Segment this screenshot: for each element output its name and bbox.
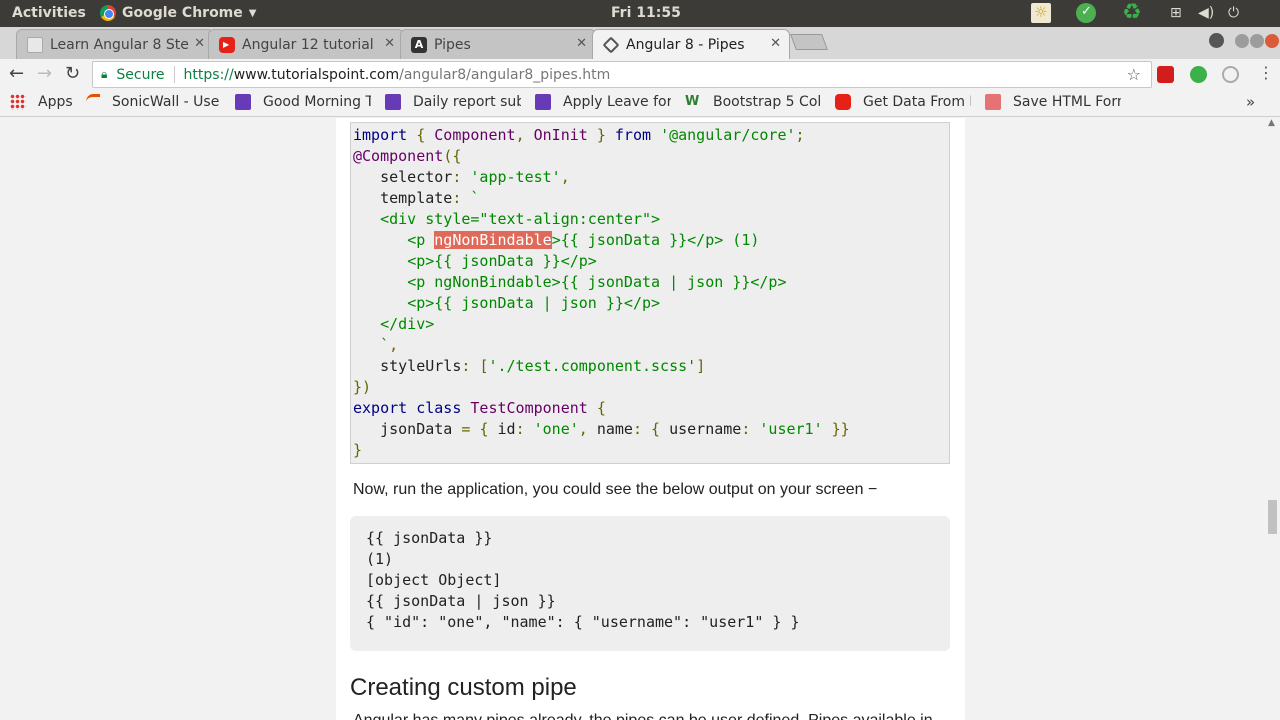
extension-red-icon[interactable] xyxy=(1157,66,1174,83)
more-bookmarks-icon[interactable]: » xyxy=(1246,93,1255,111)
page-scrollbar[interactable]: ▲ xyxy=(1265,118,1280,720)
bookmark-label: Daily report sub xyxy=(413,94,521,110)
bookmark-get-data[interactable]: Get Data From M xyxy=(835,94,971,110)
output-line: { "id": "one", "name": { "username": "us… xyxy=(366,613,800,631)
bookmark-daily-report[interactable]: Daily report sub xyxy=(385,94,521,110)
power-icon[interactable]: ⏻ xyxy=(1228,5,1248,25)
output-line: {{ jsonData | json }} xyxy=(366,592,556,610)
bookmark-sonicwall[interactable]: SonicWall - User xyxy=(86,94,220,110)
tutorialspoint-icon xyxy=(602,36,620,53)
lock-icon: 🔒︎ xyxy=(101,67,108,81)
browser-toolbar: ← → ↻ 🔒︎ Secure https:// www.tutorialspo… xyxy=(0,59,1280,90)
forward-arrow-icon[interactable]: → xyxy=(37,63,52,84)
profile-icon[interactable] xyxy=(1209,33,1224,48)
back-arrow-icon[interactable]: ← xyxy=(9,63,24,84)
app-name: Google Chrome xyxy=(122,5,243,21)
secure-label: Secure xyxy=(116,66,165,83)
volume-icon[interactable]: ◀) xyxy=(1198,5,1218,25)
form-icon xyxy=(235,94,251,110)
close-icon[interactable]: ✕ xyxy=(384,36,395,51)
address-bar[interactable]: 🔒︎ Secure https:// www.tutorialspoint.co… xyxy=(92,61,1152,88)
tab-label: Angular 8 - Pipes xyxy=(626,36,745,53)
form-icon xyxy=(385,94,401,110)
divider xyxy=(173,66,175,83)
system-top-bar: Activities Google Chrome ▼ Fri 11:55 ♻ ⊞… xyxy=(0,0,1280,27)
bookmark-star-icon[interactable]: ☆ xyxy=(1127,65,1141,84)
window-close-icon[interactable] xyxy=(1265,34,1279,48)
tab-label: Angular 12 tutorial xyxy=(242,36,374,53)
bookmark-label: Get Data From M xyxy=(863,94,971,110)
reload-icon[interactable]: ↻ xyxy=(65,63,80,84)
tab-angular-12-tutorial[interactable]: Angular 12 tutorial ✕ xyxy=(208,29,404,59)
w3-icon: W xyxy=(685,94,700,109)
tab-label: Pipes xyxy=(434,36,471,53)
clock[interactable]: Fri 11:55 xyxy=(611,5,681,21)
url-scheme: https:// xyxy=(183,66,234,83)
angular-icon: A xyxy=(411,36,427,53)
page-viewport: import { Component, OnInit } from '@angu… xyxy=(0,118,1280,720)
url-host: www.tutorialspoint.com xyxy=(233,66,400,83)
bookmarks-bar: Apps SonicWall - User Good Morning T Dai… xyxy=(0,90,1280,117)
bookmark-label: Bootstrap 5 Coll xyxy=(713,94,821,110)
tutorialspoint-icon xyxy=(27,36,43,53)
bookmark-apply-leave[interactable]: Apply Leave for xyxy=(535,94,671,110)
network-icon[interactable]: ⊞ xyxy=(1170,5,1190,25)
bookmark-bootstrap[interactable]: W Bootstrap 5 Coll xyxy=(685,94,821,110)
output-line: {{ jsonData }} xyxy=(366,529,493,547)
apps-grid-icon xyxy=(10,94,26,110)
save-icon xyxy=(985,94,1001,110)
url-path: /angular8/angular8_pipes.htm xyxy=(399,66,611,83)
update-indicator-icon[interactable] xyxy=(1076,3,1096,23)
maximize-icon[interactable] xyxy=(1250,34,1264,48)
youtube-icon xyxy=(219,36,235,53)
minimize-icon[interactable] xyxy=(1235,34,1249,48)
tab-learn-angular[interactable]: Learn Angular 8 Ste ✕ xyxy=(16,29,214,59)
kebab-menu-icon[interactable]: ⋮ xyxy=(1258,63,1275,82)
tab-label: Learn Angular 8 Ste xyxy=(50,36,189,53)
paragraph: Now, run the application, you could see … xyxy=(353,481,878,498)
bookmark-label: SonicWall - User xyxy=(112,94,220,110)
tab-angular-8-pipes[interactable]: Angular 8 - Pipes ✕ xyxy=(592,29,790,59)
app-menu[interactable]: Google Chrome ▼ xyxy=(100,5,256,21)
close-icon[interactable]: ✕ xyxy=(770,36,781,51)
bookmark-label: Good Morning T xyxy=(263,94,371,110)
output-line: [object Object] xyxy=(366,571,502,589)
caret-down-icon: ▼ xyxy=(248,7,257,19)
bookmark-label: Save HTML Form xyxy=(1013,94,1121,110)
output-line: (1) xyxy=(366,550,394,568)
close-icon[interactable]: ✕ xyxy=(576,36,587,51)
tab-pipes[interactable]: A Pipes ✕ xyxy=(400,29,596,59)
scrollbar-thumb[interactable] xyxy=(1268,500,1277,534)
new-tab-button[interactable] xyxy=(790,34,828,50)
bookmark-label: Apply Leave for xyxy=(563,94,671,110)
bookmark-good-morning[interactable]: Good Morning T xyxy=(235,94,371,110)
sonicwall-icon xyxy=(86,94,100,110)
bookmark-save-html[interactable]: Save HTML Form xyxy=(985,94,1121,110)
extension-green-shield-icon[interactable] xyxy=(1190,66,1207,83)
activities-button[interactable]: Activities xyxy=(12,5,86,21)
paragraph-cutoff: Angular has many pipes already, the pipe… xyxy=(353,712,949,720)
brightness-indicator-icon[interactable] xyxy=(1031,3,1051,23)
youtube-icon xyxy=(835,94,851,110)
form-icon xyxy=(535,94,551,110)
extension-circle-icon[interactable] xyxy=(1222,66,1239,83)
chrome-icon xyxy=(100,5,116,21)
section-heading: Creating custom pipe xyxy=(350,674,577,701)
close-icon[interactable]: ✕ xyxy=(194,36,205,51)
tab-strip: Learn Angular 8 Ste ✕ Angular 12 tutoria… xyxy=(0,27,1280,59)
output-block: {{ jsonData }} (1) [object Object] {{ jsonD… xyxy=(350,516,950,651)
bookmark-label: Apps xyxy=(38,94,73,110)
recycle-indicator-icon[interactable]: ♻ xyxy=(1122,0,1142,25)
code-block: import { Component, OnInit } from '@angu… xyxy=(350,122,950,464)
bookmark-apps[interactable]: Apps xyxy=(10,94,80,110)
scroll-up-arrow-icon[interactable]: ▲ xyxy=(1268,118,1275,128)
